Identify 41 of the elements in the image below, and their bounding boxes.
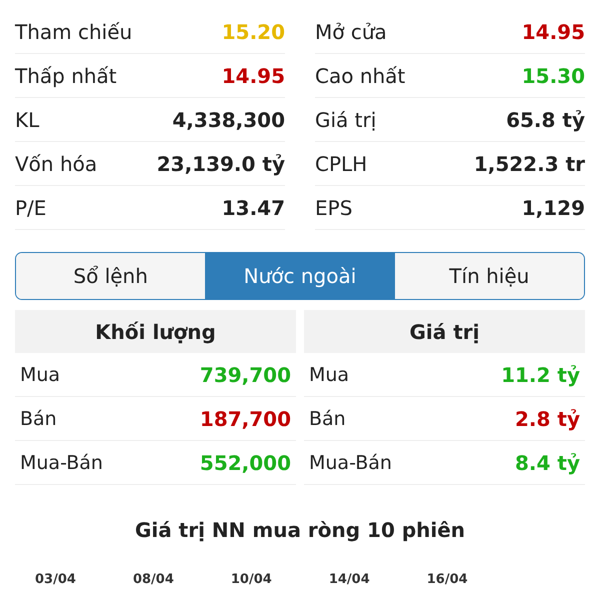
table-header: Giá trị	[304, 310, 585, 353]
table-header: Khối lượng	[15, 310, 296, 353]
stat-label: Mở cửa	[315, 20, 387, 44]
stat-label: Giá trị	[315, 108, 376, 132]
row-value: 8.4 tỷ	[515, 450, 580, 474]
stat-value: 4,338,300	[172, 108, 285, 132]
stat-value: 14.95	[222, 64, 285, 88]
row-label: Mua-Bán	[309, 452, 392, 474]
axis-label: 10/04	[230, 572, 272, 587]
row-label: Mua	[309, 364, 350, 386]
chart-title: Giá trị NN mua ròng 10 phiên	[134, 518, 466, 542]
row-value: 2.8 tỷ	[515, 406, 580, 430]
stat-value: 15.20	[222, 20, 285, 44]
stat-label: CPLH	[315, 152, 368, 176]
row-label: Bán	[20, 408, 57, 430]
axis-label: 16/04	[426, 572, 468, 587]
stat-label: Tham chiếu	[15, 20, 132, 44]
stat-value: 1,129	[522, 196, 585, 220]
stat-label: KL	[15, 108, 40, 132]
stat-value: 13.47	[222, 196, 285, 220]
stat-label: EPS	[315, 196, 352, 220]
row-value: 187,700	[200, 406, 291, 430]
stat-label: Cao nhất	[315, 64, 406, 88]
row-label: Mua	[20, 364, 60, 386]
axis-label: 14/04	[328, 572, 370, 587]
row-value: 11.2 tỷ	[501, 362, 580, 386]
row-value: 739,700	[200, 362, 291, 386]
stat-value: 14.95	[522, 20, 585, 44]
row-value: 552,000	[200, 450, 291, 474]
stat-value: 23,139.0 tỷ	[156, 152, 285, 176]
axis-label: 08/04	[132, 572, 174, 587]
axis-label: 03/04	[35, 572, 76, 587]
stat-label: Vốn hóa	[15, 152, 98, 176]
stat-label: P/E	[15, 196, 46, 220]
stat-value: 65.8 tỷ	[506, 108, 585, 132]
row-label: Mua-Bán	[20, 452, 103, 474]
row-label: Bán	[309, 408, 346, 430]
tab[interactable]: Nước ngoài	[205, 253, 395, 299]
stat-label: Thấp nhất	[15, 64, 117, 88]
stat-value: 15.30	[522, 64, 585, 88]
stat-value: 1,522.3 tr	[474, 152, 585, 176]
